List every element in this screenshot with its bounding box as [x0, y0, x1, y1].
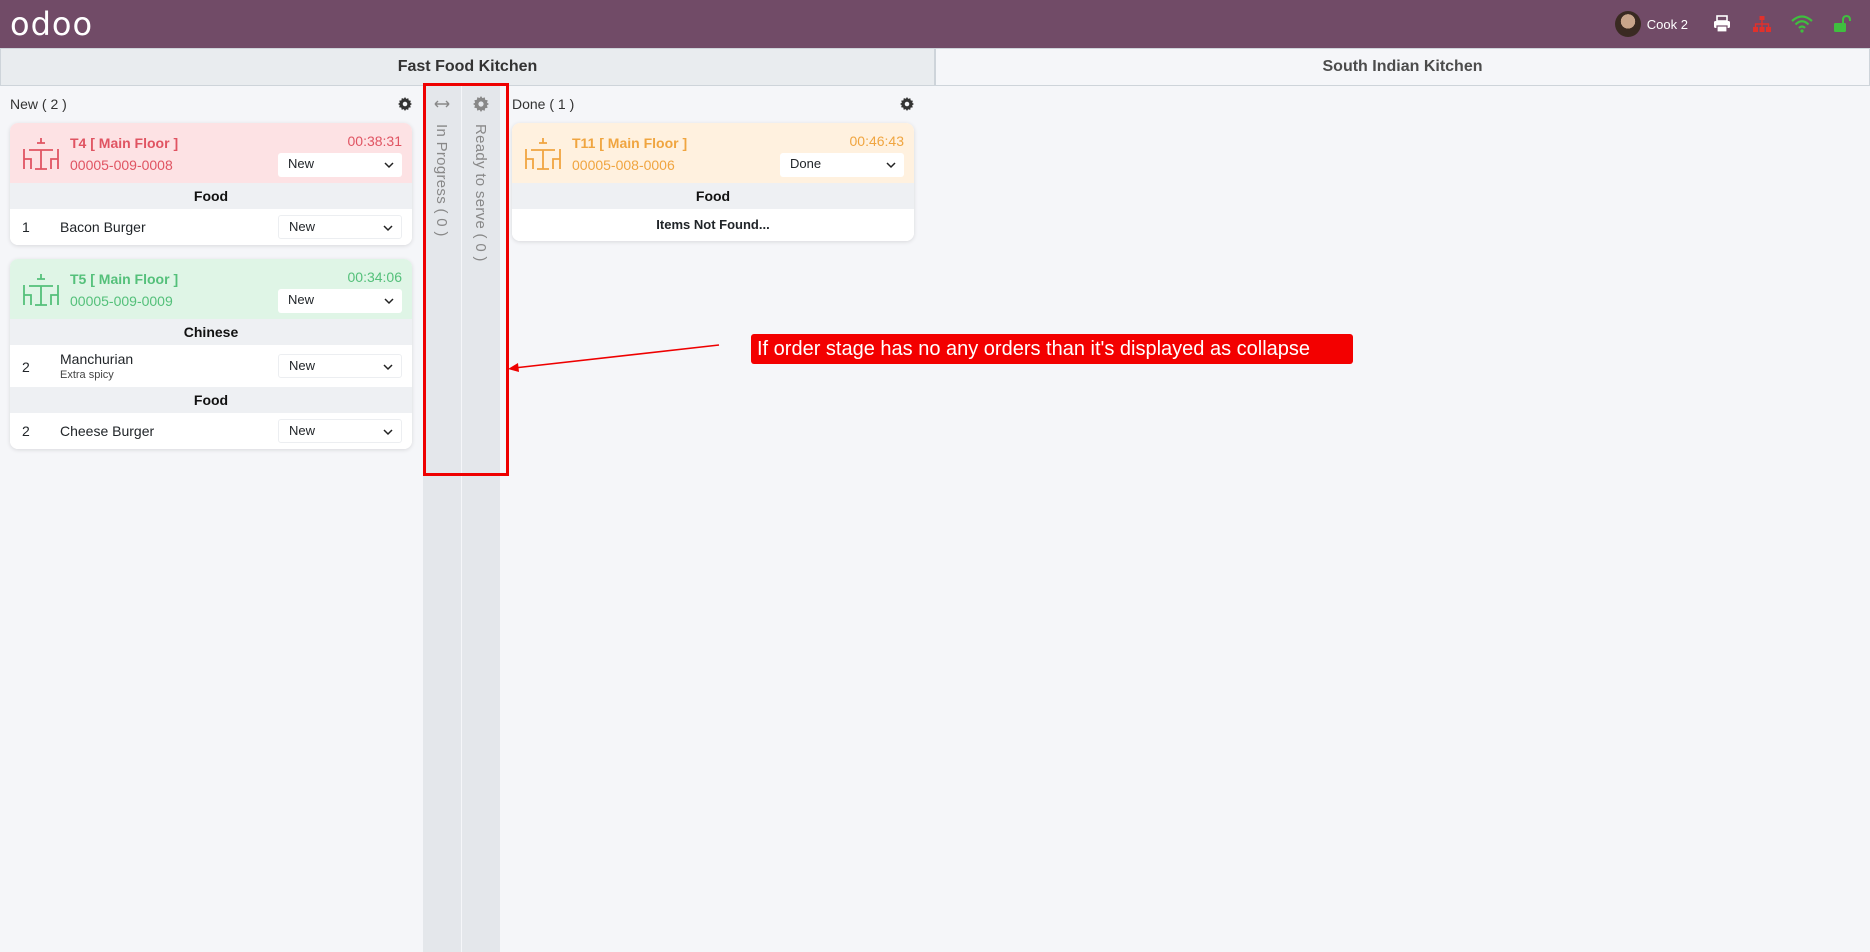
order-state-select[interactable]: New: [278, 289, 402, 313]
chevron-down-icon: [383, 429, 393, 436]
column-title-new: New ( 2 ): [10, 96, 67, 112]
order-card[interactable]: T5 [ Main Floor ] 00005-009-0009 00:34:0…: [10, 259, 412, 449]
printer-icon[interactable]: [1704, 0, 1740, 48]
order-reference: 00005-009-0008: [70, 157, 173, 173]
table-icon: [525, 138, 561, 170]
table-name: T5 [ Main Floor ]: [70, 271, 179, 287]
order-card-header: T5 [ Main Floor ] 00005-009-0009 00:34:0…: [10, 259, 412, 319]
order-card-header: T4 [ Main Floor ] 00005-009-0008 00:38:3…: [10, 123, 412, 183]
line-quantity: 2: [22, 423, 30, 439]
line-product-name: Manchurian: [60, 351, 134, 367]
order-line: 2 Manchurian Extra spicy New: [10, 345, 412, 387]
unlock-icon[interactable]: [1824, 0, 1860, 48]
tab-fast-food-kitchen[interactable]: Fast Food Kitchen: [0, 48, 935, 86]
category-header: Food: [512, 183, 914, 209]
category-header: Chinese: [10, 319, 412, 345]
order-card[interactable]: T11 [ Main Floor ] 00005-008-0006 00:46:…: [512, 123, 914, 241]
line-state-value: New: [289, 358, 316, 373]
annotation-highlight-box: [423, 83, 509, 476]
order-reference: 00005-009-0009: [70, 293, 173, 309]
order-card-header: T11 [ Main Floor ] 00005-008-0006 00:46:…: [512, 123, 914, 183]
user-name: Cook 2: [1646, 16, 1688, 32]
navbar-right: Cook 2: [1614, 0, 1860, 48]
order-timer: 00:46:43: [849, 133, 905, 149]
chevron-down-icon: [383, 364, 393, 371]
order-card[interactable]: T4 [ Main Floor ] 00005-009-0008 00:38:3…: [10, 123, 412, 245]
kitchen-tabs: Fast Food Kitchen South Indian Kitchen: [0, 48, 1870, 86]
annotation-callout: If order stage has no any orders than it…: [751, 334, 1353, 364]
order-state-select[interactable]: Done: [780, 153, 904, 177]
order-state-value: Done: [790, 156, 822, 171]
annotation-arrow: [508, 344, 720, 372]
line-note: Extra spicy: [60, 369, 114, 381]
line-state-select[interactable]: New: [278, 354, 402, 378]
order-line: 2 Cheese Burger New: [10, 413, 412, 449]
network-icon[interactable]: [1744, 0, 1780, 48]
gear-icon[interactable]: [398, 97, 412, 111]
line-state-value: New: [289, 219, 316, 234]
gear-icon[interactable]: [900, 97, 914, 111]
chevron-down-icon: [384, 298, 394, 305]
column-done: Done ( 1 ) T11 [ Main Floor ] 00005-008-…: [512, 93, 914, 241]
category-header: Food: [10, 183, 412, 209]
line-quantity: 2: [22, 359, 30, 375]
avatar: [1614, 11, 1641, 37]
odoo-logo[interactable]: odoo: [10, 8, 93, 40]
table-icon: [23, 274, 59, 306]
order-timer: 00:34:06: [347, 269, 403, 285]
wifi-icon[interactable]: [1784, 0, 1820, 48]
order-timer: 00:38:31: [347, 133, 403, 149]
top-navbar: odoo Cook 2: [0, 0, 1870, 48]
column-header-new: New ( 2 ): [10, 93, 412, 115]
tab-south-indian-kitchen[interactable]: South Indian Kitchen: [935, 48, 1870, 86]
column-title-done: Done ( 1 ): [512, 96, 575, 112]
empty-items-message: Items Not Found...: [512, 209, 914, 241]
line-product-name: Cheese Burger: [60, 423, 155, 439]
column-header-done: Done ( 1 ): [512, 93, 914, 115]
table-name: T11 [ Main Floor ]: [572, 135, 688, 151]
line-product-name: Bacon Burger: [60, 219, 146, 235]
table-icon: [23, 138, 59, 170]
order-state-value: New: [288, 292, 315, 307]
line-state-select[interactable]: New: [278, 215, 402, 239]
order-state-value: New: [288, 156, 315, 171]
order-line: 1 Bacon Burger New: [10, 209, 412, 245]
chevron-down-icon: [886, 162, 896, 169]
table-name: T4 [ Main Floor ]: [70, 135, 179, 151]
line-state-value: New: [289, 423, 316, 438]
order-state-select[interactable]: New: [278, 153, 402, 177]
line-state-select[interactable]: New: [278, 419, 402, 443]
chevron-down-icon: [384, 162, 394, 169]
line-quantity: 1: [22, 219, 30, 235]
chevron-down-icon: [383, 225, 393, 232]
user-menu[interactable]: Cook 2: [1614, 11, 1688, 37]
column-new: New ( 2 ) T4 [ Main Floor ] 00005-009-00…: [10, 93, 412, 449]
category-header: Food: [10, 387, 412, 413]
order-reference: 00005-008-0006: [572, 157, 675, 173]
